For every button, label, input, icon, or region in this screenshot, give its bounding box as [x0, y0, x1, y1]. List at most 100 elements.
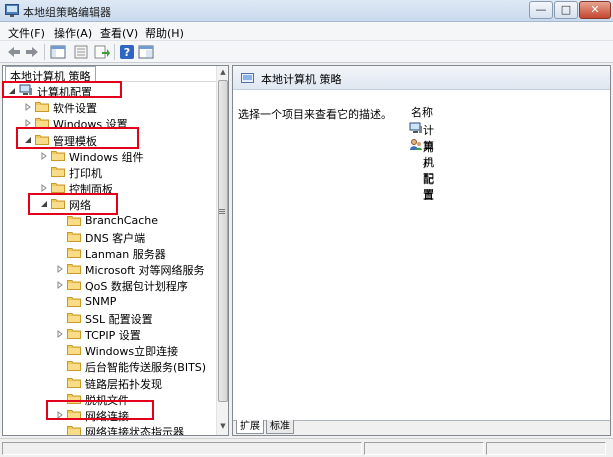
- tree-item-label: 软件设置: [53, 102, 97, 116]
- properties-icon[interactable]: [73, 44, 89, 60]
- tree-item-label: Microsoft 对等网络服务: [85, 264, 205, 278]
- collapsed-arrow-icon[interactable]: [56, 281, 64, 290]
- menu-view[interactable]: 查看(V): [100, 25, 138, 41]
- expanded-arrow-icon[interactable]: [40, 200, 48, 208]
- tree-item-label: QoS 数据包计划程序: [85, 280, 188, 294]
- tree-item-label: Lanman 服务器: [85, 248, 166, 261]
- folder-icon: [67, 231, 81, 242]
- show-hide-console-tree-icon[interactable]: [50, 44, 66, 60]
- tree-item-label: SSL 配置设置: [85, 312, 153, 326]
- collapsed-arrow-icon[interactable]: [40, 151, 48, 160]
- folder-icon: [67, 361, 81, 372]
- column-header-name[interactable]: 名称: [407, 103, 607, 119]
- details-header-title: 本地计算机 策略: [261, 73, 342, 86]
- scrollbar-grip-icon: [219, 209, 225, 210]
- tree-item-label: 控制面板: [69, 183, 113, 197]
- menu-action[interactable]: 操作(A): [54, 25, 92, 41]
- tree-item-label: Windows 组件: [69, 150, 144, 164]
- list-item-label: 用户配置: [423, 141, 434, 202]
- status-cell: [2, 442, 362, 455]
- scroll-up-arrow-icon[interactable]: ▲: [219, 68, 227, 78]
- toolbar-separator: [114, 44, 115, 60]
- description-text: 选择一个项目来查看它的描述。: [238, 108, 392, 121]
- tree-item-label: 计算机配置: [37, 86, 92, 99]
- folder-icon: [67, 280, 81, 291]
- collapsed-arrow-icon[interactable]: [24, 119, 32, 128]
- tree-item-label: 网络连接状态指示器: [85, 426, 184, 436]
- close-button[interactable]: ✕: [579, 1, 611, 19]
- tree-root-item[interactable]: 本地计算机 策略: [5, 66, 96, 83]
- toolbar-separator: [44, 44, 45, 60]
- folder-icon: [67, 312, 81, 323]
- details-header: 本地计算机 策略: [233, 66, 610, 90]
- folder-icon: [67, 345, 81, 356]
- tree-item-label: BranchCache: [85, 213, 159, 227]
- tree-item-label: DNS 客户端: [85, 231, 146, 245]
- tree-item-label: 网络: [69, 199, 91, 213]
- tree-item-label: TCPIP 设置: [85, 329, 141, 342]
- toolbar: ?: [0, 41, 613, 63]
- tree-item-label: Windows 设置: [53, 118, 128, 132]
- user-icon: [410, 139, 422, 150]
- folder-icon: [67, 248, 81, 258]
- collapsed-arrow-icon[interactable]: [56, 330, 64, 338]
- tab-standard[interactable]: 标准: [266, 420, 294, 434]
- scroll-down-arrow-icon[interactable]: ▼: [219, 422, 227, 432]
- collapsed-arrow-icon[interactable]: [56, 265, 64, 274]
- folder-icon: [35, 134, 49, 145]
- app-icon: [5, 4, 19, 17]
- scrollbar-thumb[interactable]: [218, 80, 228, 402]
- tree-item-label: 管理模板: [53, 134, 97, 148]
- extended-view-icon[interactable]: [138, 44, 154, 60]
- forward-icon[interactable]: [24, 44, 40, 60]
- collapsed-arrow-icon[interactable]: [24, 103, 32, 112]
- tree-item-label: 网络连接: [85, 410, 129, 423]
- help-icon[interactable]: ?: [119, 44, 135, 60]
- minimize-button[interactable]: —: [529, 1, 553, 19]
- tree-item-label: 打印机: [69, 167, 102, 180]
- tree-item-label: 后台智能传送服务(BITS): [85, 361, 207, 375]
- folder-icon: [51, 183, 65, 194]
- status-cell: [486, 442, 606, 455]
- details-pane: 本地计算机 策略 选择一个项目来查看它的描述。 名称 计算机配置 用户配置 扩展…: [232, 65, 611, 436]
- folder-icon: [51, 199, 65, 210]
- folder-icon: [51, 150, 65, 161]
- folder-icon: [67, 215, 81, 226]
- folder-icon: [67, 426, 81, 435]
- tree-item-label: 链路层拓扑发现: [85, 377, 162, 391]
- collapsed-arrow-icon[interactable]: [56, 411, 64, 419]
- computer-icon: [19, 84, 32, 95]
- menu-help[interactable]: 帮助(H): [145, 25, 184, 41]
- tree-item-label: 脱机文件: [85, 393, 129, 407]
- policy-icon: [241, 73, 254, 83]
- folder-icon: [35, 102, 49, 113]
- title-bar: 本地组策略编辑器 — □ ✕: [0, 0, 613, 22]
- console-tree: 本地计算机 策略 计算机配置软件设置 Windows 设置 管理模板 Windows …: [2, 65, 229, 436]
- status-cell: [364, 442, 484, 455]
- window-title: 本地组策略编辑器: [23, 6, 111, 19]
- folder-icon: [51, 167, 65, 177]
- tab-extended[interactable]: 扩展: [236, 420, 264, 434]
- column-header-label: 名称: [411, 106, 433, 119]
- back-icon[interactable]: [6, 44, 22, 60]
- folder-icon: [67, 410, 81, 420]
- collapsed-arrow-icon[interactable]: [40, 184, 48, 193]
- menu-file[interactable]: 文件(F): [8, 25, 45, 41]
- folder-icon: [67, 393, 81, 404]
- tree-item-label: Windows立即连接: [85, 345, 179, 359]
- status-bar: [0, 438, 613, 457]
- expanded-arrow-icon[interactable]: [8, 87, 16, 95]
- folder-icon: [67, 264, 81, 275]
- computer-icon: [409, 122, 422, 133]
- svg-text:?: ?: [124, 46, 130, 59]
- tree-item-label: SNMP: [85, 294, 117, 308]
- export-list-icon[interactable]: [94, 44, 110, 60]
- tree-root-header: 本地计算机 策略: [3, 66, 216, 83]
- tree-scrollbar[interactable]: ▲ ▼: [216, 66, 228, 435]
- folder-icon: [35, 118, 49, 129]
- folder-icon: [67, 329, 81, 339]
- folder-icon: [67, 296, 81, 307]
- maximize-button[interactable]: □: [554, 1, 578, 19]
- expanded-arrow-icon[interactable]: [24, 136, 32, 144]
- folder-icon: [67, 377, 81, 388]
